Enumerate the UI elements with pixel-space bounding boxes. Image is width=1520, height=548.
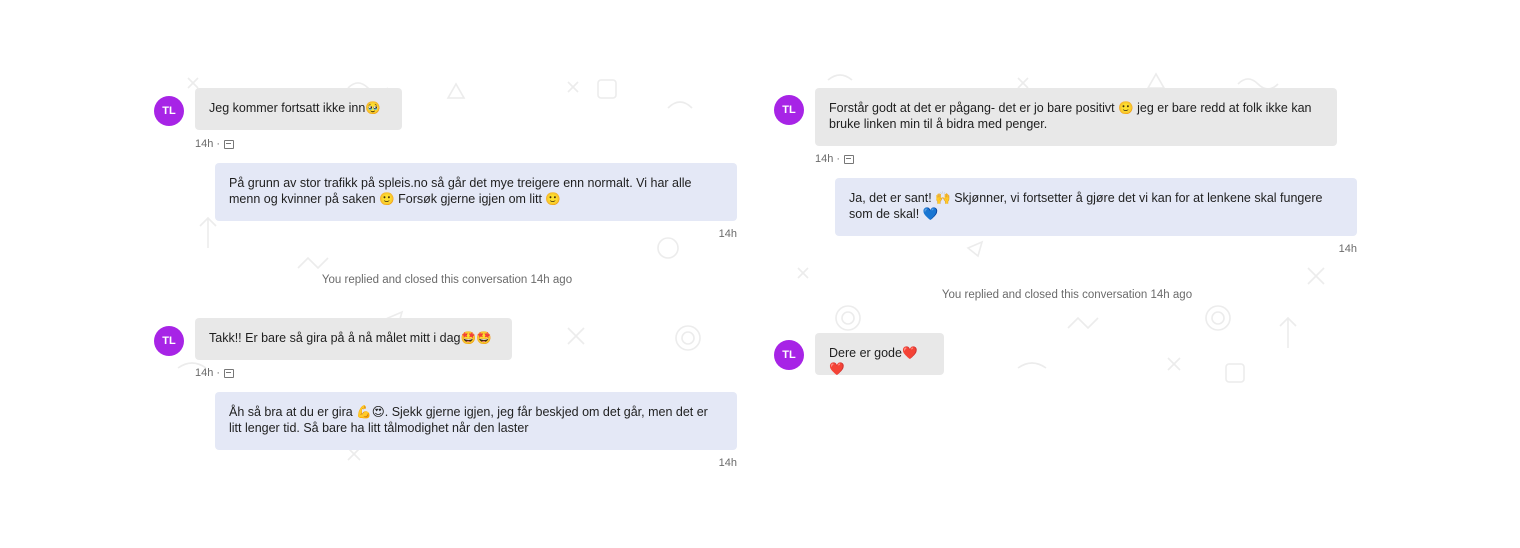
message-time: 14h [718, 457, 737, 469]
message-meta: 14h · [195, 367, 235, 379]
outgoing-message-bubble: På grunn av stor trafikk på spleis.no så… [215, 163, 737, 221]
conversation-panel-left: TL Jeg kommer fortsatt ikke inn🥹 14h · P… [148, 68, 746, 478]
incoming-message-bubble: Forstår godt at det er pågang- det er jo… [815, 88, 1337, 146]
message-time: 14h [718, 228, 737, 240]
outgoing-message-bubble: Åh så bra at du er gira 💪😍. Sjekk gjerne… [215, 392, 737, 450]
message-time: 14h · [815, 153, 841, 165]
note-icon[interactable] [844, 154, 855, 164]
message-meta: 14h · [195, 138, 235, 150]
message-time: 14h · [195, 367, 221, 379]
conversation-closed-notice: You replied and closed this conversation… [321, 274, 573, 286]
incoming-message-bubble: Takk!! Er bare så gira på å nå målet mit… [195, 318, 512, 360]
note-icon[interactable] [224, 368, 235, 378]
message-meta: 14h · [815, 153, 855, 165]
note-icon[interactable] [224, 139, 235, 149]
incoming-message-bubble: Dere er gode❤️❤️ [815, 333, 944, 376]
message-time: 14h · [195, 138, 221, 150]
outgoing-message-bubble: Ja, det er sant! 🙌 Skjønner, vi fortsett… [835, 178, 1357, 236]
message-time: 14h [1338, 243, 1357, 255]
conversation-panel-right: TL Forstår godt at det er pågang- det er… [768, 68, 1366, 478]
conversation-closed-notice: You replied and closed this conversation… [941, 289, 1193, 301]
avatar[interactable]: TL [774, 340, 804, 370]
incoming-message-bubble: Jeg kommer fortsatt ikke inn🥹 [195, 88, 402, 130]
avatar[interactable]: TL [774, 95, 804, 125]
avatar[interactable]: TL [154, 326, 184, 356]
avatar[interactable]: TL [154, 96, 184, 126]
